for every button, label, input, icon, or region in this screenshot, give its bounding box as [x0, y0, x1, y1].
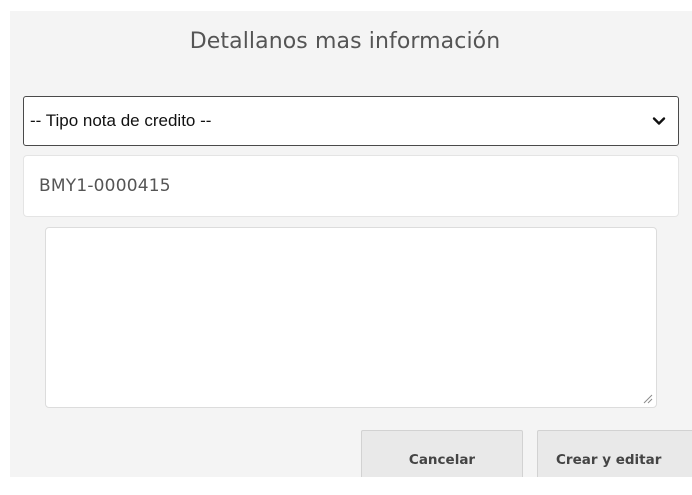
notes-textarea[interactable] [45, 227, 657, 408]
credit-note-dialog: Detallanos mas información -- Tipo nota … [10, 11, 692, 477]
chevron-down-icon [652, 117, 666, 125]
invoice-number-value: BMY1-0000415 [39, 176, 171, 196]
credit-note-type-select[interactable]: -- Tipo nota de credito -- [23, 96, 679, 146]
invoice-number-field[interactable]: BMY1-0000415 [23, 155, 679, 217]
cancel-button[interactable]: Cancelar [361, 430, 523, 477]
dialog-title: Detallanos mas información [189, 29, 501, 54]
resize-grip-icon[interactable] [642, 393, 653, 404]
select-value: -- Tipo nota de credito -- [30, 111, 212, 130]
create-and-edit-button[interactable]: Crear y editar [537, 430, 692, 477]
